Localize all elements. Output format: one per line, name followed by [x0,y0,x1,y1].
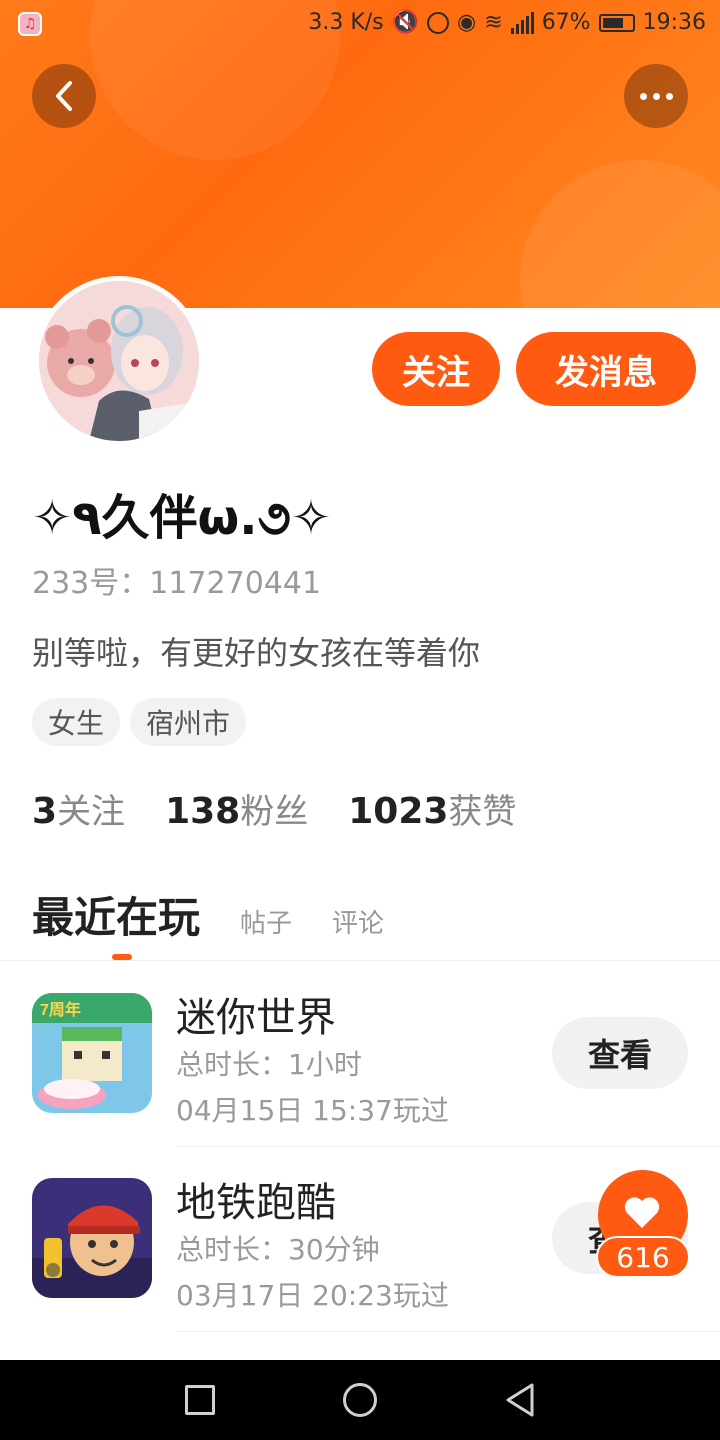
view-button[interactable]: 查看 [552,1017,688,1089]
avatar-image [39,281,199,441]
net-speed: 3.3 K/s [308,10,384,35]
stat-label: 粉丝 [240,792,309,832]
user-id: 233号：117270441 [32,566,322,601]
game-icon-mini-world: 7周年 [32,993,152,1113]
stat-following[interactable]: 3关注 [32,784,125,833]
game-last-played: 04月15日 15:37玩过 [176,1094,449,1127]
list-item[interactable]: 7周年 迷你世界 总时长：1小时 04月15日 15:37玩过 查看 [0,961,720,1147]
mute-icon: 🔇 [391,10,420,35]
game-duration: 总时长：1小时 [176,1048,362,1081]
game-name: 迷你世界 [176,995,336,1041]
battery-icon [598,13,635,32]
recent-apps-icon[interactable] [185,1385,215,1415]
stat-label: 获赞 [448,792,517,832]
row-divider [176,1331,720,1332]
clock: 19:36 [642,10,706,35]
profile-header-banner: ♫ 3.3 K/s 🔇 ◉ ≋ 67% 19:36 [0,0,720,308]
more-dots-icon [639,92,673,100]
send-message-button[interactable]: 发消息 [516,332,696,406]
tab-recently-played[interactable]: 最近在玩 [32,884,200,945]
battery-percent: 67% [541,10,591,35]
profile-tags: 女生 宿州市 [32,698,247,746]
status-bar: ♫ 3.3 K/s 🔇 ◉ ≋ 67% 19:36 [0,0,720,50]
game-icon-subway-surfers [32,1178,152,1298]
like-floating-button[interactable]: 616 [596,1170,690,1280]
avatar[interactable] [34,276,204,446]
chevron-left-icon [56,81,72,111]
signal-icon [510,11,534,34]
like-count: 616 [596,1236,690,1278]
stat-number: 1023 [348,791,449,832]
alarm-icon [427,11,450,34]
stat-number: 3 [32,791,58,832]
follow-button[interactable]: 关注 [372,332,500,406]
game-duration: 总时长：30分钟 [176,1233,380,1266]
stat-likes: 1023获赞 [348,784,516,833]
heart-icon [624,1197,660,1228]
stat-followers[interactable]: 138粉丝 [165,784,308,833]
tab-posts[interactable]: 帖子 [240,903,292,940]
more-button[interactable] [624,64,688,128]
tab-comments[interactable]: 评论 [332,903,384,940]
game-name: 地铁跑酷 [176,1180,336,1226]
svg-text:7周年: 7周年 [40,1000,81,1019]
wifi-icon: ≋ [484,10,503,35]
tag-gender: 女生 [32,698,121,746]
system-nav-bar [0,1360,720,1440]
banner-decoration [520,160,720,308]
tag-location: 宿州市 [130,698,247,746]
game-last-played: 03月17日 20:23玩过 [176,1279,449,1312]
stat-number: 138 [165,791,241,832]
bio: 别等啦，有更好的女孩在等着你 [32,634,481,672]
nav-back-icon[interactable] [504,1382,536,1418]
username: ✧٩久伴ω.૭✧ [32,490,332,546]
profile-tabs: 最近在玩 帖子 评论 [32,884,384,945]
profile-stats: 3关注 138粉丝 1023获赞 [32,784,516,833]
status-right: 3.3 K/s 🔇 ◉ ≋ 67% 19:36 [308,10,706,35]
back-button[interactable] [32,64,96,128]
music-app-icon: ♫ [18,12,42,36]
stat-label: 关注 [57,792,126,832]
home-icon[interactable] [343,1383,377,1417]
eye-icon: ◉ [457,10,477,35]
